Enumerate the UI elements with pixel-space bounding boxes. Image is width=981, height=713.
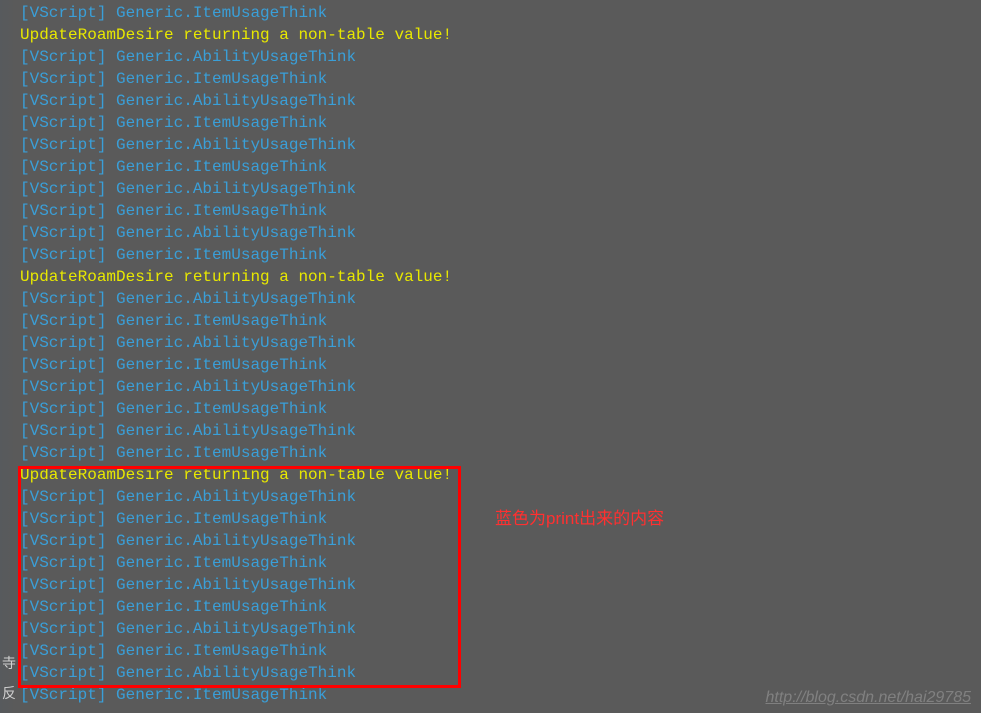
vscript-tag: [VScript]: [20, 134, 116, 156]
edge-hint-char-1: 寺: [2, 653, 16, 673]
vscript-message: Generic.AbilityUsageThink: [116, 574, 356, 596]
log-vscript-line: [VScript] Generic.AbilityUsageThink: [20, 376, 981, 398]
vscript-message: Generic.AbilityUsageThink: [116, 222, 356, 244]
log-vscript-line: [VScript] Generic.AbilityUsageThink: [20, 618, 981, 640]
vscript-message: Generic.ItemUsageThink: [116, 442, 327, 464]
vscript-message: Generic.AbilityUsageThink: [116, 530, 356, 552]
vscript-tag: [VScript]: [20, 354, 116, 376]
vscript-message: Generic.AbilityUsageThink: [116, 618, 356, 640]
vscript-message: Generic.AbilityUsageThink: [116, 662, 356, 684]
log-vscript-line: [VScript] Generic.AbilityUsageThink: [20, 530, 981, 552]
vscript-tag: [VScript]: [20, 310, 116, 332]
log-vscript-line: [VScript] Generic.ItemUsageThink: [20, 354, 981, 376]
vscript-tag: [VScript]: [20, 2, 116, 24]
log-vscript-line: [VScript] Generic.AbilityUsageThink: [20, 46, 981, 68]
vscript-message: Generic.ItemUsageThink: [116, 156, 327, 178]
vscript-message: Generic.ItemUsageThink: [116, 640, 327, 662]
log-vscript-line: [VScript] Generic.ItemUsageThink: [20, 596, 981, 618]
vscript-tag: [VScript]: [20, 222, 116, 244]
vscript-tag: [VScript]: [20, 376, 116, 398]
vscript-message: Generic.AbilityUsageThink: [116, 420, 356, 442]
log-warning-line: UpdateRoamDesire returning a non-table v…: [20, 266, 981, 288]
vscript-tag: [VScript]: [20, 112, 116, 134]
vscript-message: Generic.ItemUsageThink: [116, 310, 327, 332]
vscript-message: Generic.ItemUsageThink: [116, 112, 327, 134]
log-vscript-line: [VScript] Generic.ItemUsageThink: [20, 640, 981, 662]
vscript-message: Generic.AbilityUsageThink: [116, 134, 356, 156]
log-vscript-line: [VScript] Generic.ItemUsageThink: [20, 200, 981, 222]
vscript-message: Generic.AbilityUsageThink: [116, 376, 356, 398]
vscript-tag: [VScript]: [20, 596, 116, 618]
vscript-message: Generic.AbilityUsageThink: [116, 332, 356, 354]
log-vscript-line: [VScript] Generic.AbilityUsageThink: [20, 662, 981, 684]
vscript-tag: [VScript]: [20, 200, 116, 222]
vscript-tag: [VScript]: [20, 486, 116, 508]
log-vscript-line: [VScript] Generic.ItemUsageThink: [20, 398, 981, 420]
log-vscript-line: [VScript] Generic.AbilityUsageThink: [20, 288, 981, 310]
vscript-message: Generic.AbilityUsageThink: [116, 90, 356, 112]
log-vscript-line: [VScript] Generic.ItemUsageThink: [20, 68, 981, 90]
vscript-message: Generic.ItemUsageThink: [116, 596, 327, 618]
watermark-text: http://blog.csdn.net/hai29785: [766, 689, 972, 707]
log-vscript-line: [VScript] Generic.ItemUsageThink: [20, 552, 981, 574]
log-warning-line: UpdateRoamDesire returning a non-table v…: [20, 464, 981, 486]
vscript-tag: [VScript]: [20, 46, 116, 68]
vscript-message: Generic.AbilityUsageThink: [116, 288, 356, 310]
vscript-tag: [VScript]: [20, 684, 116, 706]
vscript-tag: [VScript]: [20, 68, 116, 90]
console-output: [VScript] Generic.ItemUsageThinkUpdateRo…: [0, 0, 981, 706]
vscript-message: Generic.ItemUsageThink: [116, 398, 327, 420]
vscript-tag: [VScript]: [20, 552, 116, 574]
vscript-tag: [VScript]: [20, 420, 116, 442]
vscript-message: Generic.ItemUsageThink: [116, 354, 327, 376]
log-vscript-line: [VScript] Generic.AbilityUsageThink: [20, 420, 981, 442]
vscript-message: Generic.ItemUsageThink: [116, 508, 327, 530]
log-vscript-line: [VScript] Generic.ItemUsageThink: [20, 2, 981, 24]
vscript-tag: [VScript]: [20, 398, 116, 420]
log-vscript-line: [VScript] Generic.ItemUsageThink: [20, 310, 981, 332]
vscript-tag: [VScript]: [20, 618, 116, 640]
edge-hint-char-2: 反: [2, 683, 16, 703]
vscript-message: Generic.ItemUsageThink: [116, 68, 327, 90]
vscript-message: Generic.AbilityUsageThink: [116, 178, 356, 200]
vscript-message: Generic.AbilityUsageThink: [116, 486, 356, 508]
vscript-message: Generic.ItemUsageThink: [116, 2, 327, 24]
log-vscript-line: [VScript] Generic.ItemUsageThink: [20, 112, 981, 134]
vscript-message: Generic.ItemUsageThink: [116, 552, 327, 574]
vscript-tag: [VScript]: [20, 662, 116, 684]
left-edge-gradient: [0, 0, 16, 713]
log-vscript-line: [VScript] Generic.AbilityUsageThink: [20, 222, 981, 244]
vscript-message: Generic.AbilityUsageThink: [116, 46, 356, 68]
vscript-tag: [VScript]: [20, 640, 116, 662]
log-vscript-line: [VScript] Generic.ItemUsageThink: [20, 244, 981, 266]
vscript-tag: [VScript]: [20, 178, 116, 200]
log-vscript-line: [VScript] Generic.AbilityUsageThink: [20, 332, 981, 354]
vscript-tag: [VScript]: [20, 90, 116, 112]
vscript-tag: [VScript]: [20, 574, 116, 596]
vscript-message: Generic.ItemUsageThink: [116, 244, 327, 266]
log-vscript-line: [VScript] Generic.AbilityUsageThink: [20, 134, 981, 156]
log-warning-line: UpdateRoamDesire returning a non-table v…: [20, 24, 981, 46]
vscript-tag: [VScript]: [20, 332, 116, 354]
vscript-message: Generic.ItemUsageThink: [116, 684, 327, 706]
log-vscript-line: [VScript] Generic.AbilityUsageThink: [20, 90, 981, 112]
vscript-tag: [VScript]: [20, 442, 116, 464]
vscript-tag: [VScript]: [20, 156, 116, 178]
log-vscript-line: [VScript] Generic.ItemUsageThink: [20, 156, 981, 178]
vscript-tag: [VScript]: [20, 508, 116, 530]
log-vscript-line: [VScript] Generic.AbilityUsageThink: [20, 574, 981, 596]
vscript-tag: [VScript]: [20, 244, 116, 266]
log-vscript-line: [VScript] Generic.AbilityUsageThink: [20, 178, 981, 200]
vscript-tag: [VScript]: [20, 530, 116, 552]
vscript-message: Generic.ItemUsageThink: [116, 200, 327, 222]
log-vscript-line: [VScript] Generic.ItemUsageThink: [20, 442, 981, 464]
annotation-text: 蓝色为print出来的内容: [495, 504, 664, 529]
vscript-tag: [VScript]: [20, 288, 116, 310]
